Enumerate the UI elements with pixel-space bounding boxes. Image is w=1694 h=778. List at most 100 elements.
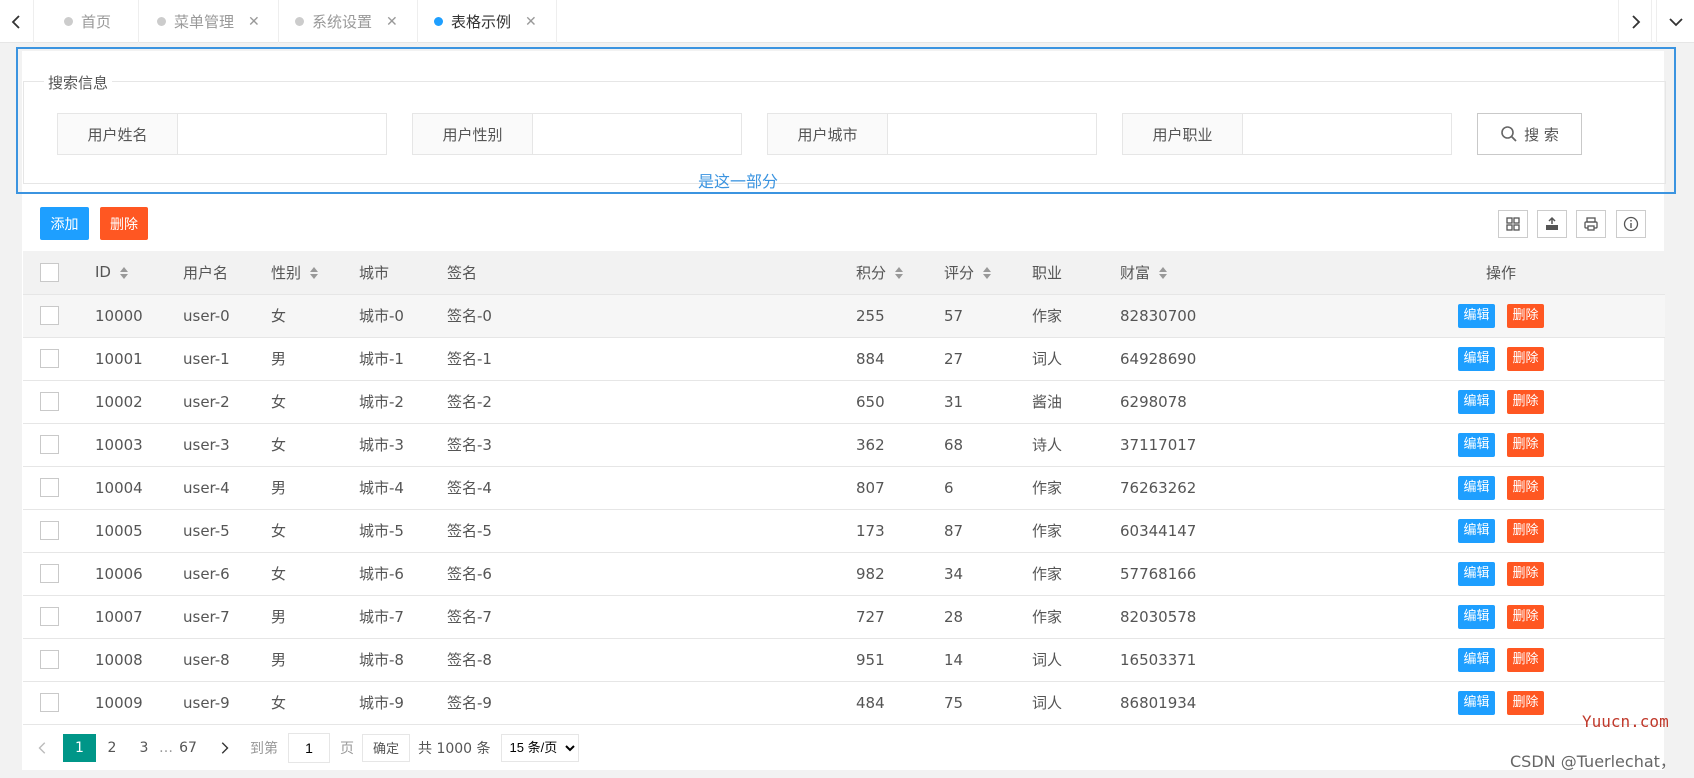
tab-dot-icon: [157, 17, 166, 26]
table-cell: 10005: [87, 509, 175, 553]
sort-icon[interactable]: [119, 266, 129, 280]
table-row[interactable]: 10005 user-5 女城市-5 签名-5 173 87 作家 60344147 编辑 删除: [23, 509, 1665, 553]
delete-button[interactable]: 删除: [100, 207, 148, 240]
select-all-checkbox[interactable]: [40, 262, 59, 282]
page-unit-label: 页: [340, 740, 354, 757]
table-cell: 6: [936, 466, 1024, 510]
row-checkbox[interactable]: [40, 564, 59, 583]
edit-button[interactable]: 编辑: [1458, 346, 1495, 371]
edit-button[interactable]: 编辑: [1458, 389, 1495, 414]
edit-button[interactable]: 编辑: [1458, 604, 1495, 629]
row-checkbox[interactable]: [40, 306, 59, 325]
row-checkbox[interactable]: [40, 478, 59, 497]
row-checkbox[interactable]: [40, 435, 59, 454]
sort-icon[interactable]: [309, 266, 319, 280]
tab-menu-management[interactable]: 菜单管理 ✕: [139, 0, 279, 43]
goto-confirm-button[interactable]: 确定: [362, 733, 411, 762]
prev-page-icon[interactable]: [23, 734, 63, 762]
goto-page-input[interactable]: [288, 732, 330, 763]
row-delete-button[interactable]: 删除: [1507, 690, 1544, 715]
row-checkbox[interactable]: [40, 349, 59, 368]
tab-dot-icon: [64, 17, 73, 26]
table-row[interactable]: 10009 user-9 女城市-9 签名-9 484 75 词人 86801934 编辑 删除: [23, 681, 1665, 725]
edit-button[interactable]: 编辑: [1458, 561, 1495, 586]
table-row[interactable]: 10006 user-6 女城市-6 签名-6 982 34 作家 57768166 编辑 删除: [23, 552, 1665, 596]
table-row[interactable]: 10000 user-0 女城市-0 签名-0 255 57 作家 82830700 编辑 删除: [23, 294, 1665, 338]
header-gender[interactable]: 性别: [263, 251, 351, 295]
edit-button[interactable]: 编辑: [1458, 303, 1495, 328]
row-select-cell[interactable]: [23, 337, 87, 381]
table-row[interactable]: 10007 user-7 男城市-7 签名-7 727 28 作家 82030578 编辑 删除: [23, 595, 1665, 639]
table-cell: 10004: [87, 466, 175, 510]
page-size-select[interactable]: 15 条/页: [500, 733, 579, 762]
close-icon[interactable]: ✕: [248, 14, 260, 30]
row-select-cell[interactable]: [23, 552, 87, 596]
table-row[interactable]: 10003 user-3 女城市-3 签名-3 362 68 诗人 37117017 编辑 删除: [23, 423, 1665, 467]
table-row[interactable]: 10002 user-2 女城市-2 签名-2 650 31 酱油 6298078 编辑 删除: [23, 380, 1665, 424]
sort-icon[interactable]: [1158, 266, 1168, 280]
row-select-cell[interactable]: [23, 595, 87, 639]
row-select-cell[interactable]: [23, 638, 87, 682]
edit-button[interactable]: 编辑: [1458, 690, 1495, 715]
table-cell: 作家: [1024, 595, 1112, 639]
header-select-all[interactable]: [23, 251, 87, 295]
row-checkbox[interactable]: [40, 392, 59, 411]
header-rating[interactable]: 评分: [936, 251, 1024, 295]
header-wealth[interactable]: 财富: [1112, 251, 1337, 295]
table-row[interactable]: 10008 user-8 男城市-8 签名-8 951 14 词人 16503371 编辑 删除: [23, 638, 1665, 682]
edit-button[interactable]: 编辑: [1458, 518, 1495, 543]
table-cell: 女: [263, 423, 351, 467]
page-1[interactable]: 1: [63, 733, 96, 762]
table-row[interactable]: 10001 user-1 男城市-1 签名-1 884 27 词人 64928690 编辑 删除: [23, 337, 1665, 381]
row-select-cell[interactable]: [23, 509, 87, 553]
tab-scroll-right-icon[interactable]: [1618, 0, 1652, 43]
row-delete-button[interactable]: 删除: [1507, 561, 1544, 586]
tab-home[interactable]: 首页: [34, 0, 139, 43]
row-delete-button[interactable]: 删除: [1507, 647, 1544, 672]
tab-scroll-left-icon[interactable]: [0, 0, 34, 43]
row-delete-button[interactable]: 删除: [1507, 389, 1544, 414]
add-button[interactable]: 添加: [40, 207, 89, 240]
row-delete-button[interactable]: 删除: [1507, 518, 1544, 543]
page-2[interactable]: 2: [96, 734, 128, 762]
print-icon[interactable]: [1576, 210, 1606, 238]
row-delete-button[interactable]: 删除: [1507, 303, 1544, 328]
tab-table-example[interactable]: 表格示例 ✕: [418, 0, 557, 43]
row-select-cell[interactable]: [23, 380, 87, 424]
table-cell: 82030578: [1112, 595, 1337, 639]
row-delete-button[interactable]: 删除: [1507, 346, 1544, 371]
row-checkbox[interactable]: [40, 607, 59, 626]
chevron-down-icon[interactable]: [1656, 0, 1694, 43]
header-id[interactable]: ID: [87, 251, 175, 295]
sort-icon[interactable]: [982, 266, 992, 280]
row-checkbox[interactable]: [40, 693, 59, 712]
next-page-icon[interactable]: [204, 734, 244, 762]
row-select-cell[interactable]: [23, 423, 87, 467]
export-icon[interactable]: [1537, 210, 1567, 238]
close-icon[interactable]: ✕: [525, 14, 537, 30]
row-checkbox[interactable]: [40, 521, 59, 540]
row-delete-button[interactable]: 删除: [1507, 432, 1544, 457]
table-cell: 6298078: [1112, 380, 1337, 424]
tab-label: 首页: [81, 13, 112, 31]
table-cell: 词人: [1024, 638, 1112, 682]
edit-button[interactable]: 编辑: [1458, 432, 1495, 457]
row-select-cell[interactable]: [23, 681, 87, 725]
table-cell: 女: [263, 552, 351, 596]
info-icon[interactable]: [1616, 210, 1646, 238]
edit-button[interactable]: 编辑: [1458, 475, 1495, 500]
row-checkbox[interactable]: [40, 650, 59, 669]
table-row[interactable]: 10004 user-4 男城市-4 签名-4 807 6 作家 76263262 编辑 删除: [23, 466, 1665, 510]
row-select-cell[interactable]: [23, 294, 87, 338]
row-delete-button[interactable]: 删除: [1507, 604, 1544, 629]
header-score[interactable]: 积分: [848, 251, 936, 295]
close-icon[interactable]: ✕: [386, 14, 398, 30]
sort-icon[interactable]: [894, 266, 904, 280]
page-67[interactable]: 67: [172, 734, 204, 762]
page-3[interactable]: 3: [128, 734, 160, 762]
row-select-cell[interactable]: [23, 466, 87, 510]
edit-button[interactable]: 编辑: [1458, 647, 1495, 672]
row-delete-button[interactable]: 删除: [1507, 475, 1544, 500]
tab-system-settings[interactable]: 系统设置 ✕: [279, 0, 418, 43]
columns-icon[interactable]: [1498, 210, 1528, 238]
